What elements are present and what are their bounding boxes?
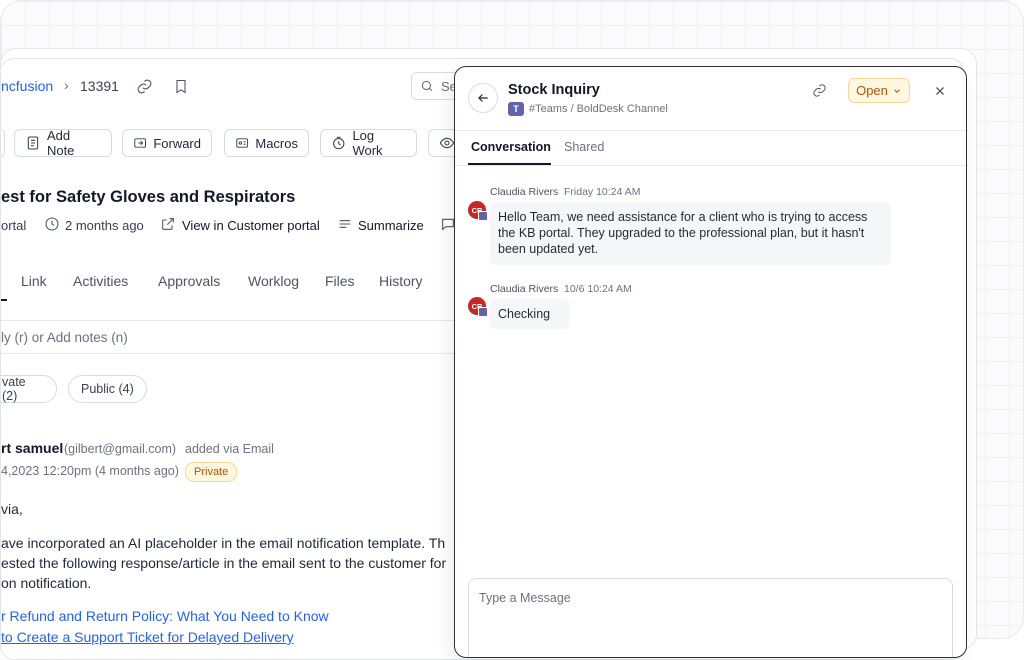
message-bubble: Checking (490, 299, 570, 329)
view-customer-portal-link[interactable]: View in Customer portal (182, 218, 320, 233)
message-bubble: Hello Team, we need assistance for a cli… (490, 202, 891, 265)
message-via: added via Email (185, 442, 274, 456)
link-icon[interactable] (812, 83, 827, 103)
message-date: 4,2023 12:20pm (4 months ago) (1, 464, 179, 478)
message-author: Claudia Rivers (490, 283, 559, 295)
tab-activities[interactable]: Activities (73, 273, 128, 289)
external-link-icon[interactable] (160, 216, 176, 237)
compose-box[interactable]: Type a Message (468, 578, 953, 657)
article-link[interactable]: r Refund and Return Policy: What You Nee… (1, 608, 329, 624)
breadcrumb-org-link[interactable]: ncfusion (1, 78, 53, 94)
panel-channel: #Teams / BoldDesk Channel (529, 103, 668, 115)
ticket-title: est for Safety Gloves and Respirators (1, 188, 296, 206)
chevron-down-icon (894, 88, 900, 93)
bookmark-icon[interactable] (173, 78, 189, 100)
ticket-age: 2 months ago (65, 218, 144, 233)
message-sender: rt samuel (1, 440, 64, 456)
ticket-id: 13391 (80, 78, 119, 94)
message-body-line: ested the following response/article in … (1, 555, 447, 571)
portal-label: ortal (1, 218, 27, 233)
filter-public-chip[interactable]: Public (4) (68, 375, 147, 403)
message-author: Claudia Rivers (490, 186, 559, 198)
breadcrumb-chevron-icon: › (64, 77, 69, 93)
tab-conversation[interactable]: Conversation (471, 140, 551, 154)
compose-input[interactable]: Type a Message (479, 591, 571, 605)
status-value: Open (856, 83, 888, 98)
arrow-left-icon (478, 94, 488, 102)
forward-button[interactable]: Forward (122, 129, 212, 157)
log-work-button[interactable]: Log Work (320, 128, 417, 158)
header-divider (455, 130, 966, 131)
chat-panel: Stock Inquiry T #Teams / BoldDesk Channe… (454, 66, 967, 658)
tab-worklog[interactable]: Worklog (248, 273, 299, 289)
link-icon[interactable] (136, 78, 153, 100)
summarize-button[interactable]: Summarize (358, 218, 424, 233)
summarize-icon[interactable] (337, 216, 353, 237)
macros-button[interactable]: Macros (224, 129, 309, 157)
avatar: CR (468, 297, 488, 317)
clock-icon (44, 216, 60, 237)
tabs-divider (1, 320, 461, 321)
reply-input[interactable]: ly (r) or Add notes (n) (1, 330, 128, 345)
panel-title: Stock Inquiry (508, 82, 600, 98)
tab-files[interactable]: Files (325, 273, 355, 289)
tab-shared[interactable]: Shared (564, 140, 604, 154)
message-body-line: on notification. (1, 575, 92, 591)
teams-badge-icon (478, 307, 488, 317)
tab-history[interactable]: History (379, 273, 423, 289)
teams-badge-icon (478, 211, 488, 221)
message-greeting: via, (1, 501, 23, 517)
eye-icon (439, 137, 455, 149)
tabs-divider (455, 165, 966, 166)
note-icon (27, 136, 39, 150)
message-sender-email: (gilbert@gmail.com) (64, 442, 177, 456)
message-body-line: ave incorporated an AI placeholder in th… (1, 535, 446, 551)
status-dropdown[interactable]: Open (848, 78, 910, 103)
avatar: CR (468, 201, 488, 221)
macros-icon (236, 138, 249, 148)
clock-icon (333, 136, 345, 150)
message-time: 10/6 10:24 AM (564, 283, 632, 295)
reply-button-partial[interactable] (1, 129, 5, 157)
private-badge: Private (185, 462, 238, 482)
teams-icon: T (508, 102, 524, 116)
add-note-button[interactable]: Add Note (14, 128, 112, 158)
search-icon (420, 79, 434, 98)
back-button[interactable] (468, 83, 498, 113)
active-tab-indicator (1, 299, 7, 301)
filter-private-chip[interactable]: vate (2) (1, 375, 57, 403)
reply-divider (1, 353, 461, 354)
tab-approvals[interactable]: Approvals (158, 273, 220, 289)
tab-link[interactable]: Link (21, 273, 47, 289)
close-icon[interactable] (934, 84, 946, 102)
message-time: Friday 10:24 AM (564, 186, 641, 198)
article-link[interactable]: to Create a Support Ticket for Delayed D… (1, 629, 294, 645)
forward-icon (134, 138, 147, 148)
